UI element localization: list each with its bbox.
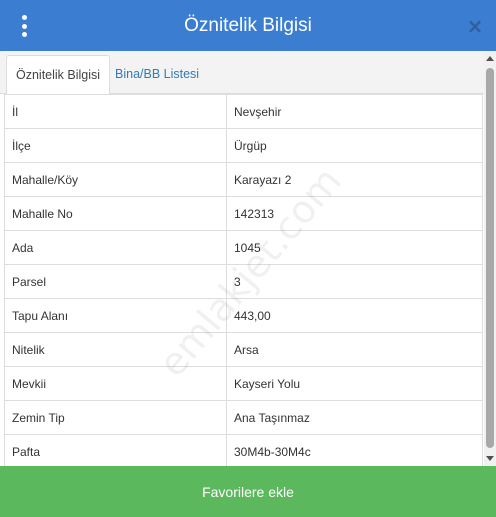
table-row: Ada 1045: [4, 230, 483, 265]
scroll-thumb[interactable]: [486, 68, 494, 448]
attribute-key: Parsel: [4, 264, 227, 299]
attribute-key: Ada: [4, 230, 227, 265]
attribute-key: Zemin Tip: [4, 400, 227, 435]
tab-attribute-info[interactable]: Öznitelik Bilgisi: [6, 55, 111, 95]
attribute-key: İlçe: [4, 128, 227, 163]
attribute-value: Kayseri Yolu: [226, 366, 483, 401]
table-row: İl Nevşehir: [4, 94, 483, 129]
attribute-key: Nitelik: [4, 332, 227, 367]
attribute-value: 30M4b-30M4c: [226, 434, 483, 466]
attribute-key: Mahalle No: [4, 196, 227, 231]
attribute-key: Mevkii: [4, 366, 227, 401]
attribute-value: Karayazı 2: [226, 162, 483, 197]
table-row: Pafta 30M4b-30M4c: [4, 434, 483, 466]
table-row: Mahalle/Köy Karayazı 2: [4, 162, 483, 197]
add-to-favorites-button[interactable]: Favorilere ekle: [0, 466, 496, 517]
attribute-key: Mahalle/Köy: [4, 162, 227, 197]
scroll-up-arrow-icon[interactable]: [486, 56, 494, 61]
attribute-value: Ana Taşınmaz: [226, 400, 483, 435]
tab-bar: Öznitelik Bilgisi Bina/BB Listesi: [0, 51, 484, 95]
attribute-value: 443,00: [226, 298, 483, 333]
close-icon[interactable]: ×: [466, 15, 484, 37]
attribute-value: Nevşehir: [226, 94, 483, 129]
table-row: Tapu Alanı 443,00: [4, 298, 483, 333]
dialog-header: Öznitelik Bilgisi ×: [0, 0, 496, 51]
tab-building-list[interactable]: Bina/BB Listesi: [106, 55, 208, 95]
attribute-key: Pafta: [4, 434, 227, 466]
attribute-value: 1045: [226, 230, 483, 265]
vertical-dots-icon[interactable]: [18, 15, 30, 37]
vertical-scrollbar[interactable]: [484, 51, 496, 466]
table-row: İlçe Ürgüp: [4, 128, 483, 163]
scroll-down-arrow-icon[interactable]: [486, 456, 494, 461]
table-row: Nitelik Arsa: [4, 332, 483, 367]
table-row: Mevkii Kayseri Yolu: [4, 366, 483, 401]
attribute-value: 142313: [226, 196, 483, 231]
attribute-table: İl Nevşehir İlçe Ürgüp Mahalle/Köy Karay…: [4, 94, 483, 466]
attribute-value: Ürgüp: [226, 128, 483, 163]
table-row: Mahalle No 142313: [4, 196, 483, 231]
attribute-value: Arsa: [226, 332, 483, 367]
table-row: Parsel 3: [4, 264, 483, 299]
attribute-value: 3: [226, 264, 483, 299]
table-row: Zemin Tip Ana Taşınmaz: [4, 400, 483, 435]
attribute-key: İl: [4, 94, 227, 129]
dialog-title: Öznitelik Bilgisi: [184, 14, 312, 36]
attribute-key: Tapu Alanı: [4, 298, 227, 333]
dialog-body: Öznitelik Bilgisi Bina/BB Listesi İl Nev…: [0, 51, 496, 466]
